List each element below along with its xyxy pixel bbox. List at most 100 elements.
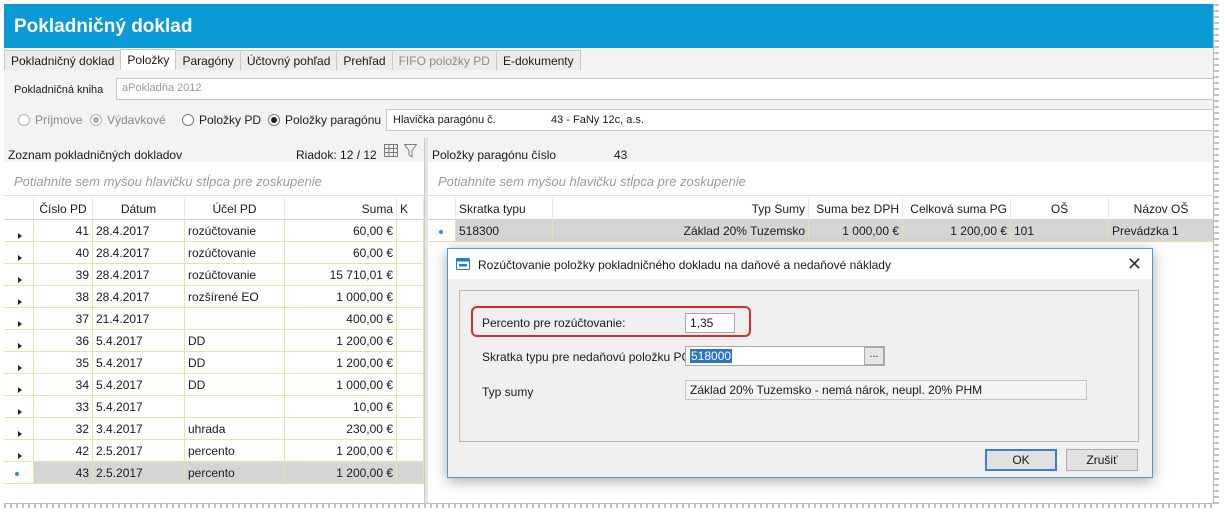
cell-suma: 1 200,00 € xyxy=(285,352,397,374)
tab-bar: Pokladničný doklad Položky Paragóny Účto… xyxy=(4,49,1213,70)
col-header-datum[interactable]: Dátum xyxy=(93,198,185,220)
cell-k xyxy=(397,418,424,440)
col-header-os[interactable]: OŠ xyxy=(1011,198,1109,220)
cell-cislo-pd: 42 xyxy=(34,440,93,462)
cell-datum: 28.4.2017 xyxy=(93,264,185,286)
cell-cislo-pd: 39 xyxy=(34,264,93,286)
table-row[interactable]: 36 5.4.2017 DD 1 200,00 € xyxy=(4,330,424,352)
hlavicka-paragonu-field[interactable]: Hlavička paragónu č. 43 - FaNy 12c, a.s. xyxy=(386,109,1213,131)
tab-polozky[interactable]: Položky xyxy=(120,49,177,70)
left-panel-header: Zoznam pokladničných dokladov Riadok: 12… xyxy=(4,138,424,162)
radio-circle-icon xyxy=(90,114,102,126)
skratka-label: Skratka typu pre nedaňovú položku PG: xyxy=(482,350,695,364)
cell-suma: 1 200,00 € xyxy=(285,330,397,352)
current-row-dot-icon xyxy=(439,230,443,234)
col-header-ucel-pd[interactable]: Účel PD xyxy=(185,198,285,220)
table-row[interactable]: 40 28.4.2017 rozúčtovanie 60,00 € xyxy=(4,242,424,264)
table-row[interactable]: 41 28.4.2017 rozúčtovanie 60,00 € xyxy=(4,220,424,242)
col-header-cislo-pd[interactable]: Číslo PD xyxy=(34,198,93,220)
tab-prehlad[interactable]: Prehľad xyxy=(336,50,393,70)
radio-polozky-pd[interactable]: Položky PD xyxy=(182,113,261,127)
dialog-titlebar: Rozúčtovanie položky pokladničného dokla… xyxy=(448,249,1152,279)
tab-paragony[interactable]: Paragóny xyxy=(175,50,241,70)
row-indicator xyxy=(4,242,34,264)
row-arrow-icon xyxy=(18,299,22,305)
cell-k xyxy=(397,220,424,242)
tab-pokladnicny-doklad[interactable]: Pokladničný doklad xyxy=(4,50,122,70)
table-row[interactable]: 34 5.4.2017 DD 1 000,00 € xyxy=(4,374,424,396)
col-header-skratka-typu[interactable]: Skratka typu xyxy=(456,198,553,220)
radio-polozky-paragonu[interactable]: Položky paragónu xyxy=(268,113,381,127)
row-arrow-icon xyxy=(18,365,22,371)
cell-k xyxy=(397,286,424,308)
cell-ucel-pd: rozšírené EO xyxy=(185,286,285,308)
col-header-nazov-os[interactable]: Názov OŠ xyxy=(1109,198,1213,220)
rozuctovanie-dialog: Rozúčtovanie položky pokladničného dokla… xyxy=(447,248,1153,478)
row-indicator-header xyxy=(428,198,456,220)
filter-icon[interactable] xyxy=(404,144,417,158)
cell-datum: 28.4.2017 xyxy=(93,220,185,242)
left-grid: Číslo PD Dátum Účel PD Suma K 41 28.4.201… xyxy=(4,198,424,484)
table-row[interactable]: 35 5.4.2017 DD 1 200,00 € xyxy=(4,352,424,374)
col-header-suma-bez-dph[interactable]: Suma bez DPH xyxy=(809,198,903,220)
cell-cislo-pd: 37 xyxy=(34,308,93,330)
row-arrow-icon xyxy=(18,387,22,393)
col-header-k[interactable]: K xyxy=(397,198,424,220)
cell-datum: 21.4.2017 xyxy=(93,308,185,330)
group-by-hint[interactable]: Potiahnite sem myšou hlavičku stĺpca pre… xyxy=(4,168,424,196)
table-row[interactable]: 33 5.4.2017 10,00 € xyxy=(4,396,424,418)
tab-uctovny-pohlad[interactable]: Účtovný pohľad xyxy=(239,50,338,70)
table-row[interactable]: 32 3.4.2017 uhrada 230,00 € xyxy=(4,418,424,440)
row-indicator xyxy=(4,264,34,286)
browse-ellipsis-button[interactable]: ... xyxy=(864,347,884,365)
kniha-row: Pokladničná kniha aPokladňa 2012 xyxy=(4,76,1213,102)
close-icon[interactable]: ✕ xyxy=(1127,254,1142,275)
table-row[interactable]: 39 28.4.2017 rozúčtovanie 15 710,01 € xyxy=(4,264,424,286)
hlavicka-label: Hlavička paragónu č. xyxy=(393,114,496,126)
table-row[interactable]: 37 21.4.2017 400,00 € xyxy=(4,308,424,330)
row-arrow-icon xyxy=(18,431,22,437)
cell-k xyxy=(397,264,424,286)
table-icon[interactable] xyxy=(384,144,398,157)
cell-ucel-pd: percento xyxy=(185,440,285,462)
cell-suma: 400,00 € xyxy=(285,308,397,330)
row-arrow-icon xyxy=(18,277,22,283)
cell-suma: 15 710,01 € xyxy=(285,264,397,286)
ok-button[interactable]: OK xyxy=(985,449,1057,471)
cell-k xyxy=(397,352,424,374)
kniha-label: Pokladničná kniha xyxy=(14,84,104,96)
percento-input[interactable]: 1,35 xyxy=(685,313,735,333)
table-row[interactable]: 518300 Základ 20% Tuzemsko 1 000,00 € 1 … xyxy=(428,220,1213,242)
cell-ucel-pd: rozúčtovanie xyxy=(185,264,285,286)
riadok-counter: Riadok: 12 / 12 xyxy=(296,148,377,162)
radio-label: Položky paragónu xyxy=(285,113,382,127)
skratka-input[interactable]: 518000 xyxy=(685,346,885,366)
cell-skratka: 518300 xyxy=(456,220,553,242)
cell-datum: 2.5.2017 xyxy=(93,440,185,462)
kniha-input[interactable]: aPokladňa 2012 xyxy=(116,78,1213,100)
table-row[interactable]: 43 2.5.2017 percento 1 200,00 € xyxy=(4,462,424,484)
cell-suma: 60,00 € xyxy=(285,242,397,264)
skratka-value: 518000 xyxy=(690,349,733,363)
col-header-suma[interactable]: Suma xyxy=(285,198,397,220)
hlavicka-value: 43 - FaNy 12c, a.s. xyxy=(551,114,644,126)
group-by-hint[interactable]: Potiahnite sem myšou hlavičku stĺpca pre… xyxy=(428,168,1213,196)
tab-e-dokumenty[interactable]: E-dokumenty xyxy=(495,50,581,70)
col-header-typ-sumy[interactable]: Typ Sumy xyxy=(553,198,809,220)
table-row[interactable]: 38 28.4.2017 rozšírené EO 1 000,00 € xyxy=(4,286,424,308)
radio-circle-icon xyxy=(18,114,30,126)
cell-nazov-os: Prevádzka 1 xyxy=(1109,220,1213,242)
table-row[interactable]: 42 2.5.2017 percento 1 200,00 € xyxy=(4,440,424,462)
left-grid-body: 41 28.4.2017 rozúčtovanie 60,00 €40 28.4.201… xyxy=(4,220,424,484)
cell-cislo-pd: 43 xyxy=(34,462,93,484)
radio-label: Príjmove xyxy=(35,113,83,127)
row-indicator xyxy=(4,374,34,396)
right-grid: Skratka typu Typ Sumy Suma bez DPH Celko… xyxy=(428,198,1213,242)
typ-sumy-label: Typ sumy xyxy=(482,385,534,399)
radio-row: Príjmove Výdavkové Položky PD Položky pa… xyxy=(4,107,1213,131)
cell-os: 101 xyxy=(1011,220,1109,242)
col-header-celkova-suma[interactable]: Celková suma PG xyxy=(903,198,1011,220)
cell-cislo-pd: 35 xyxy=(34,352,93,374)
cell-ucel-pd: uhrada xyxy=(185,418,285,440)
cancel-button[interactable]: Zrušiť xyxy=(1066,449,1138,471)
